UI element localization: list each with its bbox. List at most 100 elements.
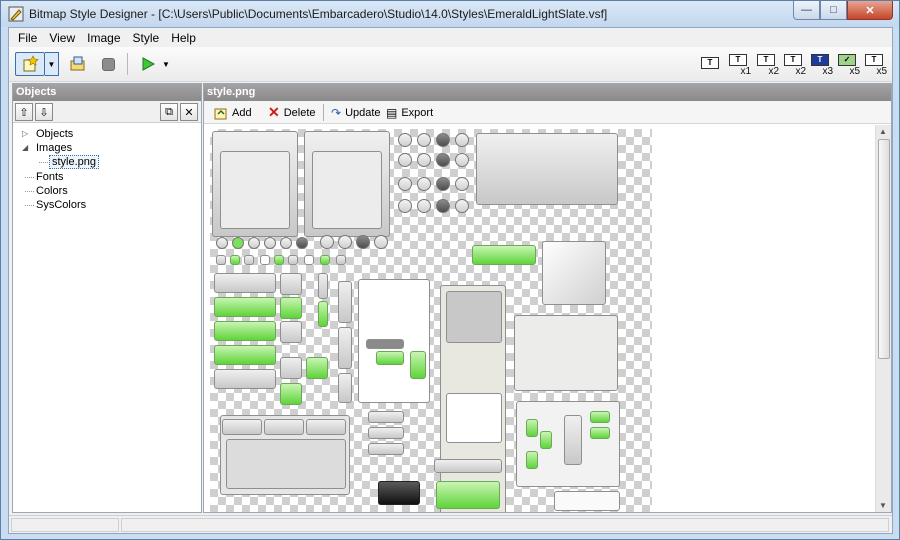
duplicate-button[interactable]: ⧉ bbox=[160, 103, 178, 121]
title-bar: Bitmap Style Designer - [C:\Users\Public… bbox=[1, 1, 899, 27]
glass-skin bbox=[542, 241, 606, 305]
scale-label: x1 bbox=[740, 66, 751, 77]
spin-skin bbox=[280, 297, 302, 319]
new-object-dropdown[interactable]: ▼ bbox=[45, 52, 59, 76]
close-icon: ✕ bbox=[865, 4, 875, 17]
minimize-button[interactable]: — bbox=[793, 1, 820, 20]
refresh-icon: ↷ bbox=[331, 105, 342, 120]
new-object-icon bbox=[23, 55, 39, 72]
vertical-scrollbar[interactable]: ▲ ▼ bbox=[875, 125, 891, 512]
image-canvas[interactable] bbox=[204, 125, 876, 512]
scale-button-default[interactable]: T bbox=[697, 51, 723, 77]
move-down-button[interactable]: ⇩ bbox=[35, 103, 53, 121]
caption-button-skin bbox=[436, 199, 450, 213]
open-button[interactable] bbox=[65, 52, 91, 76]
tree-item-objects[interactable]: ▷ Objects bbox=[13, 127, 201, 141]
scrollbar-skin bbox=[338, 327, 352, 369]
scrollbar-skin bbox=[338, 281, 352, 323]
arrow-down-icon: ⇩ bbox=[39, 106, 49, 119]
text-box-icon: T bbox=[865, 54, 883, 66]
tab-skin bbox=[222, 419, 262, 435]
collapse-icon: ◢ bbox=[22, 143, 29, 152]
move-up-button[interactable]: ⇧ bbox=[15, 103, 33, 121]
button-skin bbox=[214, 369, 276, 389]
tree-item-syscolors[interactable]: SysColors bbox=[13, 198, 201, 212]
add-label: Add bbox=[232, 106, 252, 119]
scale-button-x1[interactable]: T x1 bbox=[725, 51, 751, 77]
list-skin bbox=[564, 415, 582, 465]
tree-item-images[interactable]: ◢ Images bbox=[13, 141, 201, 155]
tree-item-style-png[interactable]: style.png bbox=[13, 155, 201, 170]
scale-button-x2b[interactable]: T x2 bbox=[780, 51, 806, 77]
menu-skin bbox=[410, 351, 426, 379]
checkbox-skin bbox=[274, 255, 284, 265]
copy-icon: ⧉ bbox=[165, 105, 173, 118]
header-skin bbox=[368, 427, 404, 439]
tree-item-label: Images bbox=[36, 142, 73, 154]
arrow-up-icon: ⇧ bbox=[19, 106, 29, 119]
add-button[interactable]: Add bbox=[214, 104, 252, 121]
form-skin-element bbox=[220, 151, 290, 229]
dark-skin bbox=[378, 481, 420, 505]
page-skin bbox=[446, 393, 502, 443]
button-skin bbox=[214, 297, 276, 317]
remove-button[interactable]: ✕ bbox=[180, 103, 198, 121]
spin-skin bbox=[280, 273, 302, 295]
caption-button-skin bbox=[455, 153, 469, 167]
button-skin bbox=[214, 321, 276, 341]
text-box-icon: T bbox=[784, 54, 802, 66]
menu-bar: File View Image Style Help bbox=[9, 28, 892, 47]
checkbox-skin bbox=[304, 255, 314, 265]
menu-view[interactable]: View bbox=[43, 31, 81, 45]
scale-label: x2 bbox=[795, 66, 806, 77]
app-icon bbox=[8, 6, 24, 22]
objects-panel-header: Objects bbox=[13, 84, 201, 101]
image-panel: style.png Add ✕ Delete ↷ Update ▤ Export… bbox=[203, 83, 892, 513]
list-skin bbox=[526, 419, 538, 437]
stop-button[interactable] bbox=[95, 52, 121, 76]
scroll-thumb[interactable] bbox=[878, 139, 890, 359]
run-dropdown[interactable]: ▼ bbox=[159, 52, 173, 76]
minimize-icon: — bbox=[801, 4, 812, 16]
checkbox-skin bbox=[336, 255, 346, 265]
radio-skin bbox=[280, 237, 292, 249]
client-area: File View Image Style Help ▼ ▼ T T x1 T … bbox=[8, 27, 893, 534]
status-skin bbox=[434, 459, 502, 473]
caption-button-skin bbox=[398, 199, 412, 213]
caption-button-skin bbox=[398, 153, 412, 167]
scale-button-x5a[interactable]: ✓ x5 bbox=[834, 51, 860, 77]
caption-button-skin bbox=[417, 153, 431, 167]
tab-skin bbox=[306, 419, 346, 435]
toolbar-skin bbox=[436, 481, 500, 509]
maximize-icon: □ bbox=[830, 4, 837, 16]
update-label: Update bbox=[345, 106, 381, 119]
expand-icon: ▷ bbox=[22, 129, 29, 138]
text-box-icon: T bbox=[811, 54, 829, 66]
tree-item-colors[interactable]: Colors bbox=[13, 184, 201, 198]
tree-item-fonts[interactable]: Fonts bbox=[13, 170, 201, 184]
caption-button-skin bbox=[436, 133, 450, 147]
run-button[interactable] bbox=[137, 52, 159, 76]
delete-label: Delete bbox=[283, 106, 316, 119]
close-button[interactable]: ✕ bbox=[847, 1, 893, 20]
delete-button[interactable]: ✕ Delete bbox=[268, 104, 316, 121]
menu-style[interactable]: Style bbox=[127, 31, 166, 45]
menu-image[interactable]: Image bbox=[81, 31, 126, 45]
status-cell bbox=[121, 518, 889, 532]
stop-icon bbox=[101, 57, 115, 71]
scrollbar-skin bbox=[318, 301, 328, 327]
export-button[interactable]: ▤ Export bbox=[386, 104, 433, 121]
new-object-button[interactable] bbox=[15, 52, 45, 76]
header-skin bbox=[368, 411, 404, 423]
scale-label: x5 bbox=[849, 66, 860, 77]
radio-skin bbox=[232, 237, 244, 249]
scale-button-x5b[interactable]: T x5 bbox=[861, 51, 887, 77]
scale-label: x3 bbox=[822, 66, 833, 77]
scale-button-x2a[interactable]: T x2 bbox=[753, 51, 779, 77]
menu-help[interactable]: Help bbox=[165, 31, 202, 45]
update-button[interactable]: ↷ Update bbox=[331, 104, 381, 121]
menu-file[interactable]: File bbox=[12, 31, 43, 45]
checkbox-icon: ✓ bbox=[838, 54, 856, 66]
maximize-button[interactable]: □ bbox=[820, 1, 847, 20]
scale-button-x3[interactable]: T x3 bbox=[807, 51, 833, 77]
